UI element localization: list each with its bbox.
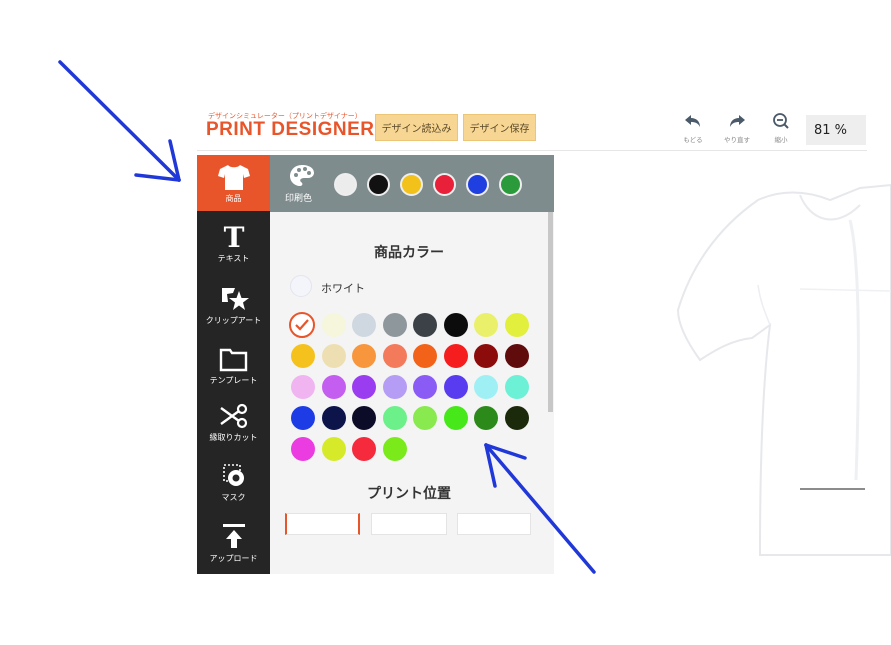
annotation-arrow [58,60,181,182]
annotation-arrow [484,443,596,574]
annotation-arrows [58,60,596,574]
